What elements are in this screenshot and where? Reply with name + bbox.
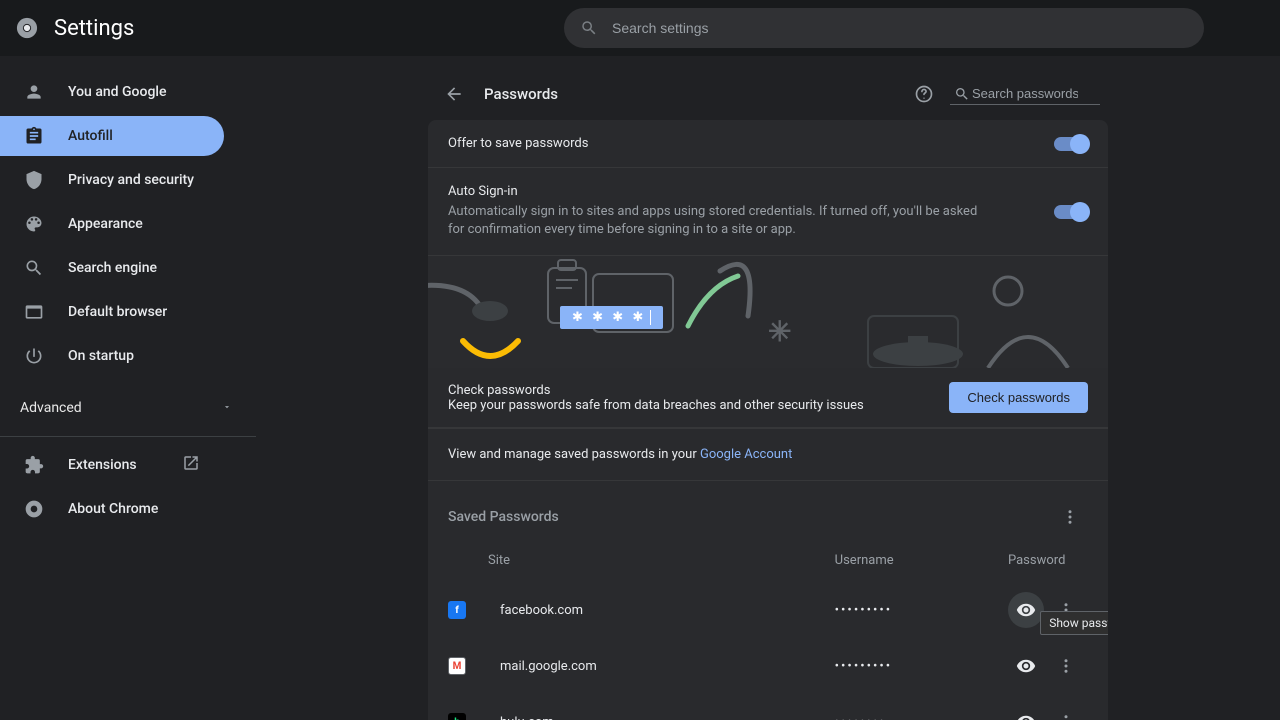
- google-account-link[interactable]: Google Account: [700, 447, 792, 462]
- search-icon: [24, 258, 44, 278]
- illustration-password-field: ✱ ✱ ✱ ✱: [560, 306, 663, 329]
- back-button[interactable]: [436, 76, 472, 112]
- page-title: Passwords: [484, 85, 558, 103]
- advanced-label: Advanced: [20, 400, 82, 416]
- sidebar-advanced-toggle[interactable]: Advanced: [0, 388, 256, 428]
- offer-save-title: Offer to save passwords: [448, 136, 1054, 151]
- app-title: Settings: [54, 16, 134, 41]
- saved-passwords-more-button[interactable]: [1052, 499, 1088, 535]
- check-passwords-illustration: ✳ ✱ ✱ ✱ ✱: [428, 256, 1108, 368]
- eye-icon: [1016, 712, 1036, 720]
- help-button[interactable]: [906, 76, 942, 112]
- search-icon: [580, 19, 598, 37]
- power-icon: [24, 346, 44, 366]
- sidebar: You and Google Autofill Privacy and secu…: [0, 56, 256, 720]
- column-site: Site: [448, 553, 661, 568]
- site-favicon: f: [448, 601, 466, 619]
- eye-icon: [1016, 600, 1036, 620]
- sidebar-item-label: Privacy and security: [68, 172, 194, 188]
- password-row: h hulu.com ••••••••: [448, 694, 1088, 720]
- caret-down-icon: [222, 400, 232, 416]
- site-name[interactable]: hulu.com: [488, 715, 661, 720]
- more-vert-icon: [1061, 508, 1079, 526]
- more-vert-icon: [1057, 657, 1075, 675]
- password-masked: ••••••••: [835, 715, 1008, 720]
- show-password-button[interactable]: [1008, 648, 1044, 684]
- palette-icon: [24, 214, 44, 234]
- external-link-icon: [182, 454, 200, 476]
- password-row: M mail.google.com •••••••••: [448, 638, 1088, 694]
- passwords-table: Site Username Password f facebook.com ••…: [428, 539, 1108, 720]
- chrome-icon: [24, 499, 44, 519]
- browser-icon: [24, 302, 44, 322]
- search-passwords-input[interactable]: [970, 85, 1080, 102]
- person-icon: [24, 82, 44, 102]
- row-more-button[interactable]: [1048, 704, 1084, 720]
- column-username: Username: [835, 553, 1008, 568]
- eye-icon: [1016, 656, 1036, 676]
- check-passwords-row: Check passwords Keep your passwords safe…: [428, 368, 1108, 428]
- sidebar-item-search-engine[interactable]: Search engine: [0, 248, 224, 288]
- password-row: f facebook.com •••••••••: [448, 582, 1088, 638]
- shield-icon: [24, 170, 44, 190]
- check-passwords-sub: Keep your passwords safe from data breac…: [448, 398, 949, 413]
- site-favicon: h: [448, 713, 466, 720]
- top-bar: Settings: [0, 0, 1280, 56]
- sidebar-item-extensions[interactable]: Extensions: [0, 445, 224, 485]
- site-name[interactable]: facebook.com: [488, 603, 661, 618]
- autosign-toggle[interactable]: [1054, 205, 1088, 219]
- google-account-text: View and manage saved passwords in your: [448, 447, 700, 462]
- sidebar-item-label: On startup: [68, 348, 134, 364]
- autosign-row: Auto Sign-in Automatically sign in to si…: [428, 168, 1108, 256]
- clipboard-icon: [24, 126, 44, 146]
- search-passwords-field[interactable]: [950, 83, 1100, 105]
- google-account-row: View and manage saved passwords in your …: [428, 429, 1108, 481]
- arrow-left-icon: [444, 84, 464, 104]
- search-settings-input[interactable]: [610, 19, 1188, 37]
- sidebar-item-appearance[interactable]: Appearance: [0, 204, 224, 244]
- row-more-button[interactable]: [1048, 648, 1084, 684]
- show-password-button[interactable]: [1008, 704, 1044, 720]
- sidebar-item-label: Search engine: [68, 260, 157, 276]
- sidebar-item-privacy-security[interactable]: Privacy and security: [0, 160, 224, 200]
- search-icon: [954, 86, 970, 102]
- autosign-sub: Automatically sign in to sites and apps …: [448, 203, 988, 239]
- show-password-tooltip: Show password: [1040, 611, 1108, 635]
- passwords-table-head: Site Username Password: [448, 539, 1088, 582]
- sidebar-item-label: Default browser: [68, 304, 167, 320]
- extension-icon: [24, 455, 44, 475]
- password-masked: •••••••••: [835, 659, 1008, 674]
- search-settings-field[interactable]: [564, 8, 1204, 48]
- check-passwords-button[interactable]: Check passwords: [949, 382, 1088, 413]
- site-name[interactable]: mail.google.com: [488, 659, 661, 674]
- sidebar-item-autofill[interactable]: Autofill: [0, 116, 224, 156]
- sidebar-item-label: You and Google: [68, 84, 166, 100]
- sidebar-divider: [0, 436, 256, 437]
- sidebar-item-about[interactable]: About Chrome: [0, 489, 224, 529]
- sidebar-item-you-and-google[interactable]: You and Google: [0, 72, 224, 112]
- help-icon: [914, 84, 934, 104]
- show-password-button[interactable]: [1008, 592, 1044, 628]
- settings-panel: Offer to save passwords Auto Sign-in Aut…: [428, 120, 1108, 720]
- main-panel: Passwords Offer to save passwords: [256, 56, 1280, 720]
- sidebar-item-default-browser[interactable]: Default browser: [0, 292, 224, 332]
- site-favicon: M: [448, 657, 466, 675]
- offer-save-row: Offer to save passwords: [428, 120, 1108, 168]
- more-vert-icon: [1057, 713, 1075, 720]
- breadcrumb-row: Passwords: [428, 68, 1108, 120]
- saved-passwords-title: Saved Passwords: [448, 509, 559, 525]
- check-passwords-title: Check passwords: [448, 383, 949, 398]
- sidebar-item-label: Appearance: [68, 216, 143, 232]
- chrome-logo-icon: [16, 17, 38, 39]
- svg-text:✳: ✳: [768, 315, 791, 348]
- saved-passwords-header: Saved Passwords: [428, 481, 1108, 539]
- sidebar-item-label: Extensions: [68, 457, 137, 473]
- offer-save-toggle[interactable]: [1054, 137, 1088, 151]
- sidebar-item-on-startup[interactable]: On startup: [0, 336, 224, 376]
- password-masked: •••••••••: [835, 603, 1008, 618]
- column-password: Password: [1008, 553, 1048, 568]
- autosign-title: Auto Sign-in: [448, 184, 1054, 199]
- sidebar-item-label: Autofill: [68, 128, 113, 144]
- sidebar-item-label: About Chrome: [68, 501, 158, 517]
